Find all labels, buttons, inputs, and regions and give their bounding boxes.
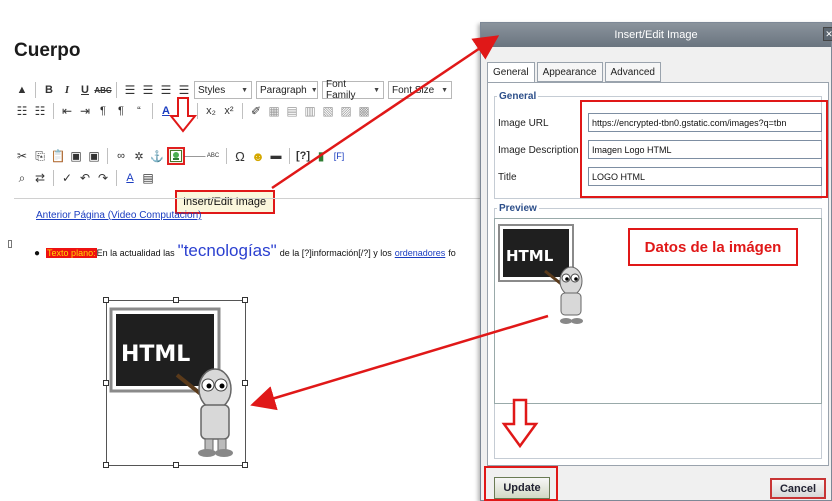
arrow-to-dialog [271,35,500,190]
hollow-arrow-image-button [168,97,198,133]
hollow-arrow-update [501,398,539,449]
annotation-arrows [168,35,549,449]
arrow-to-image [250,314,549,411]
